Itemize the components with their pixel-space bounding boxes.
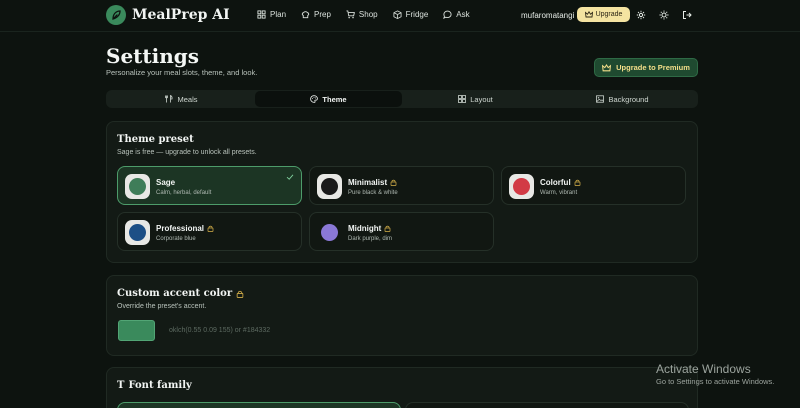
preset-minimalist-name: Minimalist	[348, 178, 388, 187]
preset-name: Sage	[156, 178, 175, 187]
lock-icon	[574, 179, 581, 186]
tab-meals-label: Meals	[177, 94, 198, 104]
nav-fridge[interactable]: Fridge	[393, 10, 429, 19]
tab-theme[interactable]: Theme	[255, 91, 402, 107]
main-nav: Plan Prep Shop Fridge Ask	[257, 10, 470, 19]
nav-prep[interactable]: Prep	[301, 10, 331, 19]
chef-hat-icon	[301, 11, 310, 19]
theme-preset-title: Theme preset	[117, 134, 194, 145]
font-family-title: T Font family	[117, 380, 192, 391]
theme-preset-subtitle: Sage is free — upgrade to unlock all pre…	[117, 149, 257, 156]
tab-theme-label: Theme	[322, 94, 347, 104]
preset-swatch	[317, 220, 342, 245]
palette-icon	[310, 95, 319, 103]
preset-swatch	[317, 174, 342, 199]
settings-tabs: Meals Theme Layout Background	[106, 90, 698, 108]
theme-preset-panel: Theme preset Sage is free — upgrade to u…	[106, 121, 698, 263]
crown-icon	[602, 63, 612, 71]
preset-colorful-name: Colorful	[540, 178, 571, 187]
custom-accent-panel: Custom accent color Override the preset'…	[106, 275, 698, 356]
tab-background[interactable]: Background	[549, 91, 696, 107]
preset-swatch	[125, 174, 150, 199]
preset-midnight[interactable]: Midnight Dark purple, dim	[309, 212, 494, 251]
lock-icon	[207, 225, 214, 232]
page-subtitle: Personalize your meal slots, theme, and …	[106, 68, 258, 77]
sun-icon[interactable]	[659, 10, 669, 20]
custom-accent-title-text: Custom accent color	[117, 288, 233, 299]
font-family-panel: T Font family	[106, 367, 698, 408]
nav-plan-label: Plan	[270, 10, 287, 19]
preset-professional-desc: Corporate blue	[156, 236, 196, 242]
app-logo[interactable]: MealPrep AI	[106, 5, 230, 25]
preset-midnight-name: Midnight	[348, 224, 382, 233]
lock-icon	[384, 225, 391, 232]
custom-accent-title: Custom accent color	[117, 288, 244, 299]
tab-layout-label: Layout	[470, 94, 493, 104]
preset-professional-name: Professional	[156, 224, 205, 233]
username[interactable]: mufaromatangi	[521, 11, 574, 20]
preset-swatch	[509, 174, 534, 199]
preset-sage[interactable]: Sage Calm, herbal, default	[117, 166, 302, 205]
image-icon	[596, 95, 605, 103]
upgrade-button[interactable]: Upgrade	[577, 7, 630, 22]
nav-shop[interactable]: Shop	[346, 10, 378, 19]
preset-swatch	[125, 220, 150, 245]
page-title: Settings	[106, 44, 200, 68]
nav-fridge-label: Fridge	[405, 10, 429, 19]
preset-name: Midnight	[348, 224, 391, 233]
font-family-title-text: Font family	[128, 380, 192, 391]
grid-icon	[257, 10, 266, 19]
preset-name: Professional	[156, 224, 214, 233]
preset-sage-desc: Calm, herbal, default	[156, 190, 212, 196]
preset-name: Minimalist	[348, 178, 397, 187]
upgrade-premium-button[interactable]: Upgrade to Premium	[594, 58, 698, 77]
nav-ask-label: Ask	[456, 10, 470, 19]
tab-meals[interactable]: Meals	[108, 91, 255, 107]
type-icon: T	[117, 380, 125, 391]
cart-icon	[346, 10, 355, 19]
tab-layout[interactable]: Layout	[402, 91, 549, 107]
activate-windows-title: Activate Windows	[656, 362, 751, 376]
preset-sage-name: Sage	[156, 178, 176, 187]
check-icon	[286, 174, 294, 180]
preset-colorful[interactable]: Colorful Warm, vibrant	[501, 166, 686, 205]
preset-minimalist-desc: Pure black & white	[348, 190, 398, 196]
top-navbar: MealPrep AI Plan Prep Shop Fridge Ask mu…	[0, 0, 800, 32]
nav-shop-label: Shop	[358, 10, 378, 19]
custom-accent-subtitle: Override the preset's accent.	[117, 303, 207, 310]
app-name: MealPrep AI	[132, 7, 230, 23]
lock-icon	[236, 290, 244, 298]
leaf-icon	[106, 5, 126, 25]
font-option[interactable]	[405, 402, 689, 408]
box-icon	[393, 10, 402, 19]
nav-prep-label: Prep	[314, 10, 331, 19]
tab-background-label: Background	[608, 94, 649, 104]
crown-icon	[584, 11, 593, 18]
font-option[interactable]	[117, 402, 401, 408]
activate-windows-subtitle: Go to Settings to activate Windows.	[656, 377, 775, 386]
nav-plan[interactable]: Plan	[257, 10, 286, 19]
upgrade-label: Upgrade	[595, 11, 623, 18]
preset-minimalist[interactable]: Minimalist Pure black & white	[309, 166, 494, 205]
lock-icon	[390, 179, 397, 186]
preset-colorful-desc: Warm, vibrant	[540, 190, 578, 196]
layout-icon	[458, 95, 467, 103]
preset-professional[interactable]: Professional Corporate blue	[117, 212, 302, 251]
preset-midnight-desc: Dark purple, dim	[348, 236, 393, 242]
logout-icon[interactable]	[682, 10, 692, 20]
chat-icon	[443, 10, 452, 19]
premium-label: Upgrade to Premium	[616, 63, 690, 72]
preset-name: Colorful	[540, 178, 581, 187]
utensils-icon	[165, 95, 173, 103]
accent-color-input[interactable]: oklch(0.55 0.09 155) or #184332	[169, 327, 270, 334]
gear-icon[interactable]	[636, 10, 646, 20]
nav-ask[interactable]: Ask	[443, 10, 470, 19]
accent-color-swatch[interactable]	[118, 320, 155, 341]
